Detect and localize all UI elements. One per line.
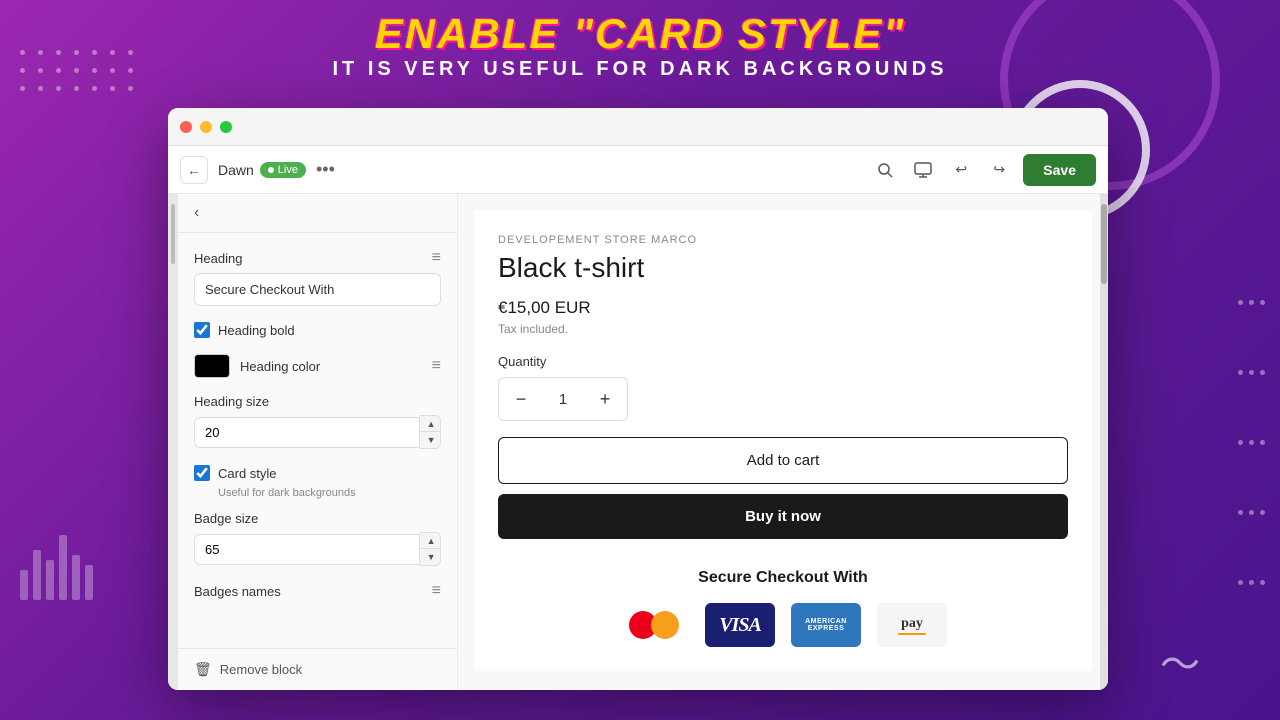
card-style-checkbox[interactable]: [194, 465, 210, 481]
card-style-label: Card style: [218, 466, 277, 481]
redo-button[interactable]: ↪: [985, 156, 1013, 184]
page-header: Enable "Card style" It is very useful fo…: [0, 0, 1280, 81]
visa-badge: VISA: [705, 603, 775, 647]
heading-input[interactable]: [194, 273, 441, 306]
live-label: Live: [278, 164, 298, 176]
heading-size-label: Heading size: [194, 394, 441, 409]
preview-scroll-thumb: [1101, 204, 1107, 284]
quantity-value: 1: [543, 391, 583, 408]
heading-color-label: Heading color: [240, 359, 422, 374]
card-style-sublabel: Useful for dark backgrounds: [218, 487, 441, 499]
browser-toolbar: ← Dawn Live ••• ↩ ↪ Save: [168, 146, 1108, 194]
remove-block-row[interactable]: 🗑 Remove block: [178, 648, 457, 690]
heading-size-up[interactable]: ▲: [420, 416, 441, 432]
live-badge: Live: [260, 162, 306, 178]
heading-label: Heading ≡: [194, 249, 441, 267]
amazon-pay-text: pay: [901, 616, 923, 632]
heading-size-spinners: ▲ ▼: [420, 415, 441, 449]
amazon-pay-badge: pay: [877, 603, 947, 647]
quantity-control: − 1 +: [498, 377, 628, 421]
amex-badge: AMERICAN EXPRESS: [791, 603, 861, 647]
badge-size-up[interactable]: ▲: [420, 533, 441, 549]
heading-size-down[interactable]: ▼: [420, 432, 441, 448]
browser-content: ‹ Heading ≡ Heading bold: [168, 194, 1108, 690]
heading-stack-icon: ≡: [432, 249, 441, 267]
badge-size-down[interactable]: ▼: [420, 549, 441, 565]
preview-area: DEVELOPEMENT STORE MARCO Black t-shirt €…: [458, 194, 1108, 690]
traffic-light-close[interactable]: [180, 121, 192, 133]
heading-color-swatch[interactable]: [194, 354, 230, 378]
settings-panel: ‹ Heading ≡ Heading bold: [178, 194, 458, 690]
badges-names-stack-icon: ≡: [432, 582, 441, 600]
add-to-cart-button[interactable]: Add to cart: [498, 437, 1068, 484]
card-style-row: Card style: [194, 465, 441, 481]
theme-name: Dawn: [218, 162, 254, 178]
dots-right-4: [1238, 510, 1265, 515]
badges-names-form-group: Badges names ≡: [194, 582, 441, 600]
amex-text-american: AMERICAN: [805, 618, 847, 625]
tax-info: Tax included.: [498, 322, 1068, 336]
dots-right-3: [1238, 440, 1265, 445]
trash-icon: 🗑: [194, 661, 212, 678]
traffic-light-minimize[interactable]: [200, 121, 212, 133]
amex-text-express: EXPRESS: [808, 625, 845, 632]
live-dot: [268, 167, 274, 173]
header-title-line1: Enable "Card style": [0, 10, 1280, 58]
remove-block-label: Remove block: [220, 662, 302, 677]
browser-window: ← Dawn Live ••• ↩ ↪ Save ‹: [168, 108, 1108, 690]
heading-size-input[interactable]: [194, 417, 420, 448]
badge-size-input[interactable]: [194, 534, 420, 565]
decorative-bars: [20, 535, 93, 600]
quantity-increase-button[interactable]: +: [583, 378, 627, 420]
product-price: €15,00 EUR: [498, 298, 1068, 318]
heading-bold-row: Heading bold: [194, 322, 441, 338]
heading-color-stack-icon: ≡: [432, 357, 441, 375]
heading-size-form-group: Heading size ▲ ▼: [194, 394, 441, 449]
dots-right-1: [1238, 300, 1265, 305]
badge-size-input-row: ▲ ▼: [194, 532, 441, 566]
search-icon[interactable]: [871, 156, 899, 184]
browser-titlebar: [168, 108, 1108, 146]
secure-checkout-title: Secure Checkout With: [498, 569, 1068, 587]
quantity-label: Quantity: [498, 354, 1068, 369]
toolbar-theme-info: Dawn Live: [218, 162, 306, 178]
badge-size-label: Badge size: [194, 511, 441, 526]
save-button[interactable]: Save: [1023, 154, 1096, 186]
product-card: DEVELOPEMENT STORE MARCO Black t-shirt €…: [474, 210, 1092, 671]
badge-size-form-group: Badge size ▲ ▼: [194, 511, 441, 566]
buy-now-button[interactable]: Buy it now: [498, 494, 1068, 539]
heading-size-input-row: ▲ ▼: [194, 415, 441, 449]
toolbar-back-button[interactable]: ←: [180, 156, 208, 184]
decorative-wavy: 〜: [1160, 632, 1200, 690]
heading-color-row: Heading color ≡: [194, 354, 441, 378]
mastercard-badge: [619, 603, 689, 647]
quantity-decrease-button[interactable]: −: [499, 378, 543, 420]
visa-logo-text: VISA: [719, 614, 761, 637]
heading-bold-label: Heading bold: [218, 323, 295, 338]
header-title-line2: It is very useful for dark backgrounds: [0, 58, 1280, 81]
badge-size-spinners: ▲ ▼: [420, 532, 441, 566]
badges-names-label: Badges names ≡: [194, 582, 441, 600]
amex-logo: AMERICAN EXPRESS: [805, 618, 847, 632]
mc-orange-circle: [651, 611, 679, 639]
monitor-icon[interactable]: [909, 156, 937, 184]
toolbar-more-button[interactable]: •••: [316, 159, 335, 180]
undo-button[interactable]: ↩: [947, 156, 975, 184]
amazon-pay-logo: pay: [898, 616, 926, 635]
payment-badges: VISA AMERICAN EXPRESS pay: [498, 603, 1068, 647]
traffic-light-maximize[interactable]: [220, 121, 232, 133]
store-name: DEVELOPEMENT STORE MARCO: [498, 234, 1068, 246]
product-title: Black t-shirt: [498, 252, 1068, 284]
dots-right-2: [1238, 370, 1265, 375]
mastercard-logo: [629, 610, 679, 640]
heading-bold-checkbox[interactable]: [194, 322, 210, 338]
heading-form-group: Heading ≡: [194, 249, 441, 306]
sidebar-scroll-indicator: [168, 194, 178, 690]
preview-scrollbar[interactable]: [1100, 194, 1108, 690]
sidebar-content: Heading ≡ Heading bold Heading color ≡: [178, 233, 457, 632]
sidebar-back-button[interactable]: ‹: [178, 194, 457, 233]
amazon-smile: [898, 633, 926, 635]
secure-checkout-section: Secure Checkout With VISA: [498, 569, 1068, 647]
dots-right-5: [1238, 580, 1265, 585]
